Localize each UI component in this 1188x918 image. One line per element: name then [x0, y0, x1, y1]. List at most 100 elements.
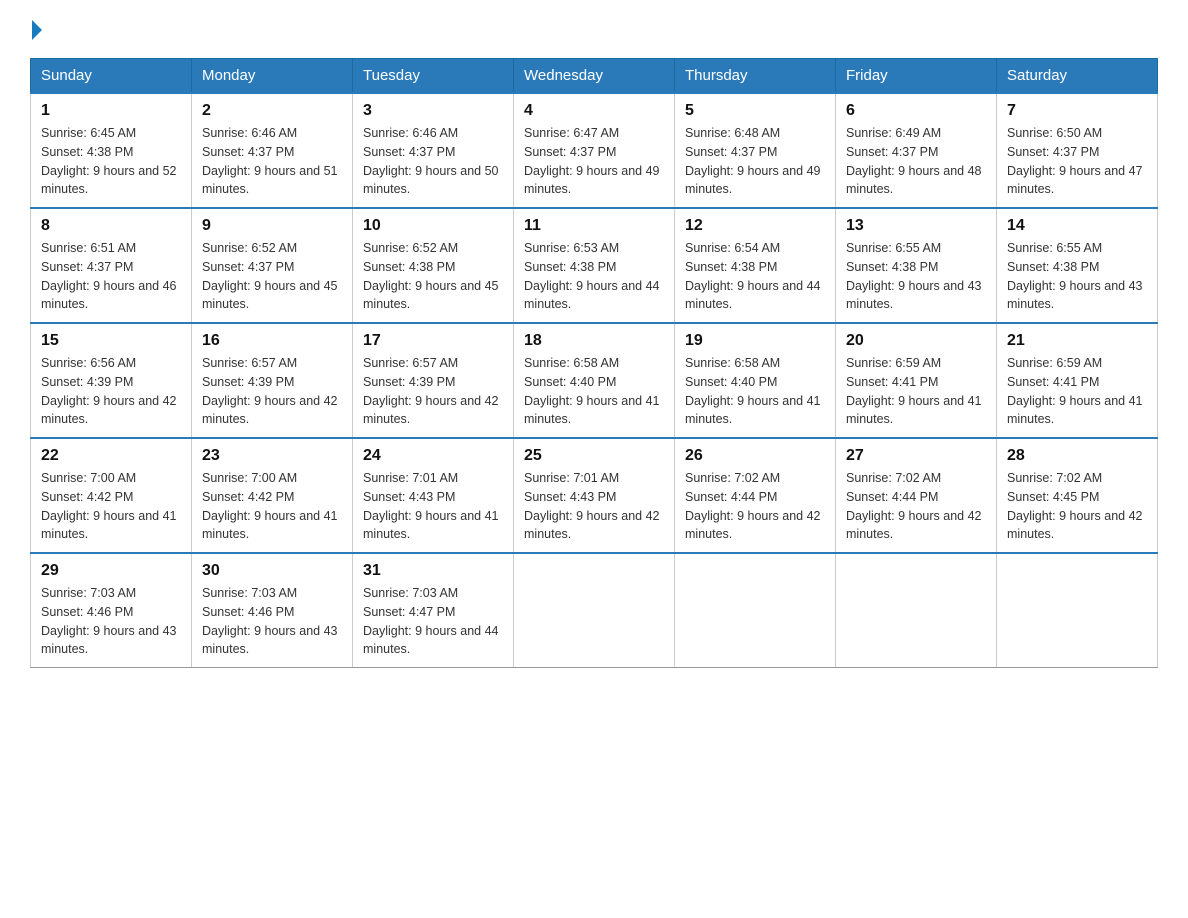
calendar-cell: 29 Sunrise: 7:03 AMSunset: 4:46 PMDayligh…	[31, 553, 192, 668]
calendar-cell: 9Sunrise: 6:52 AMSunset: 4:37 PMDaylight…	[192, 208, 353, 323]
calendar-cell: 30 Sunrise: 7:03 AMSunset: 4:46 PMDayligh…	[192, 553, 353, 668]
day-number: 27	[846, 447, 986, 465]
day-number: 25	[524, 447, 664, 465]
day-info: Sunrise: 7:03 AMSunset: 4:46 PMDaylight:…	[41, 584, 181, 659]
day-info: Sunrise: 6:58 AMSunset: 4:40 PMDaylight:…	[524, 354, 664, 429]
calendar-cell: 19 Sunrise: 6:58 AMSunset: 4:40 PMDayligh…	[675, 323, 836, 438]
page-header	[30, 20, 1158, 40]
calendar-cell: 15 Sunrise: 6:56 AMSunset: 4:39 PMDayligh…	[31, 323, 192, 438]
day-number: 22	[41, 447, 181, 465]
calendar-week-row: 15 Sunrise: 6:56 AMSunset: 4:39 PMDayligh…	[31, 323, 1158, 438]
calendar-cell: 10 Sunrise: 6:52 AMSunset: 4:38 PMDayligh…	[353, 208, 514, 323]
weekday-header-tuesday: Tuesday	[353, 59, 514, 94]
day-number: 7	[1007, 102, 1147, 120]
day-info: Sunrise: 6:48 AMSunset: 4:37 PMDaylight:…	[685, 124, 825, 199]
day-info: Sunrise: 7:00 AMSunset: 4:42 PMDaylight:…	[41, 469, 181, 544]
day-number: 23	[202, 447, 342, 465]
day-info: Sunrise: 7:02 AMSunset: 4:44 PMDaylight:…	[846, 469, 986, 544]
weekday-header-sunday: Sunday	[31, 59, 192, 94]
calendar-cell: 24 Sunrise: 7:01 AMSunset: 4:43 PMDayligh…	[353, 438, 514, 553]
day-info: Sunrise: 7:01 AMSunset: 4:43 PMDaylight:…	[524, 469, 664, 544]
calendar-week-row: 22 Sunrise: 7:00 AMSunset: 4:42 PMDayligh…	[31, 438, 1158, 553]
logo-arrow-icon	[32, 20, 42, 40]
day-number: 8	[41, 217, 181, 235]
day-info: Sunrise: 7:01 AMSunset: 4:43 PMDaylight:…	[363, 469, 503, 544]
day-info: Sunrise: 6:51 AMSunset: 4:37 PMDaylight:…	[41, 239, 181, 314]
calendar-cell	[836, 553, 997, 668]
calendar-cell: 18 Sunrise: 6:58 AMSunset: 4:40 PMDayligh…	[514, 323, 675, 438]
calendar-cell: 2 Sunrise: 6:46 AMSunset: 4:37 PMDaylight…	[192, 93, 353, 208]
calendar-cell: 25 Sunrise: 7:01 AMSunset: 4:43 PMDayligh…	[514, 438, 675, 553]
calendar-cell: 8 Sunrise: 6:51 AMSunset: 4:37 PMDaylight…	[31, 208, 192, 323]
day-number: 15	[41, 332, 181, 350]
day-number: 28	[1007, 447, 1147, 465]
day-number: 29	[41, 562, 181, 580]
day-info: Sunrise: 7:02 AMSunset: 4:45 PMDaylight:…	[1007, 469, 1147, 544]
calendar-header-row: SundayMondayTuesdayWednesdayThursdayFrid…	[31, 59, 1158, 94]
day-number: 3	[363, 102, 503, 120]
calendar-cell: 17 Sunrise: 6:57 AMSunset: 4:39 PMDayligh…	[353, 323, 514, 438]
day-info: Sunrise: 6:52 AMSunset: 4:38 PMDaylight:…	[363, 239, 503, 314]
day-number: 26	[685, 447, 825, 465]
day-number: 17	[363, 332, 503, 350]
weekday-header-monday: Monday	[192, 59, 353, 94]
calendar-week-row: 8 Sunrise: 6:51 AMSunset: 4:37 PMDaylight…	[31, 208, 1158, 323]
day-number: 24	[363, 447, 503, 465]
day-info: Sunrise: 6:46 AMSunset: 4:37 PMDaylight:…	[202, 124, 342, 199]
calendar-cell: 21Sunrise: 6:59 AMSunset: 4:41 PMDayligh…	[997, 323, 1158, 438]
calendar-cell: 6 Sunrise: 6:49 AMSunset: 4:37 PMDaylight…	[836, 93, 997, 208]
day-number: 14	[1007, 217, 1147, 235]
day-number: 20	[846, 332, 986, 350]
calendar-table: SundayMondayTuesdayWednesdayThursdayFrid…	[30, 58, 1158, 668]
calendar-cell: 13 Sunrise: 6:55 AMSunset: 4:38 PMDayligh…	[836, 208, 997, 323]
calendar-cell: 12Sunrise: 6:54 AMSunset: 4:38 PMDayligh…	[675, 208, 836, 323]
day-number: 5	[685, 102, 825, 120]
day-number: 6	[846, 102, 986, 120]
weekday-header-friday: Friday	[836, 59, 997, 94]
calendar-cell: 5 Sunrise: 6:48 AMSunset: 4:37 PMDaylight…	[675, 93, 836, 208]
calendar-cell	[997, 553, 1158, 668]
day-info: Sunrise: 7:03 AMSunset: 4:46 PMDaylight:…	[202, 584, 342, 659]
day-number: 2	[202, 102, 342, 120]
day-number: 12	[685, 217, 825, 235]
day-info: Sunrise: 6:59 AMSunset: 4:41 PMDaylight:…	[846, 354, 986, 429]
day-info: Sunrise: 6:53 AMSunset: 4:38 PMDaylight:…	[524, 239, 664, 314]
day-number: 31	[363, 562, 503, 580]
day-info: Sunrise: 7:00 AMSunset: 4:42 PMDaylight:…	[202, 469, 342, 544]
day-number: 1	[41, 102, 181, 120]
day-number: 18	[524, 332, 664, 350]
day-number: 19	[685, 332, 825, 350]
calendar-week-row: 29 Sunrise: 7:03 AMSunset: 4:46 PMDayligh…	[31, 553, 1158, 668]
calendar-cell: 31 Sunrise: 7:03 AMSunset: 4:47 PMDayligh…	[353, 553, 514, 668]
day-info: Sunrise: 6:58 AMSunset: 4:40 PMDaylight:…	[685, 354, 825, 429]
day-info: Sunrise: 6:52 AMSunset: 4:37 PMDaylight:…	[202, 239, 342, 314]
day-info: Sunrise: 6:49 AMSunset: 4:37 PMDaylight:…	[846, 124, 986, 199]
day-number: 16	[202, 332, 342, 350]
day-info: Sunrise: 6:47 AMSunset: 4:37 PMDaylight:…	[524, 124, 664, 199]
day-info: Sunrise: 6:57 AMSunset: 4:39 PMDaylight:…	[202, 354, 342, 429]
calendar-cell: 11 Sunrise: 6:53 AMSunset: 4:38 PMDayligh…	[514, 208, 675, 323]
calendar-cell: 27 Sunrise: 7:02 AMSunset: 4:44 PMDayligh…	[836, 438, 997, 553]
calendar-cell: 28 Sunrise: 7:02 AMSunset: 4:45 PMDayligh…	[997, 438, 1158, 553]
calendar-cell: 3Sunrise: 6:46 AMSunset: 4:37 PMDaylight…	[353, 93, 514, 208]
calendar-cell	[514, 553, 675, 668]
weekday-header-thursday: Thursday	[675, 59, 836, 94]
day-info: Sunrise: 6:55 AMSunset: 4:38 PMDaylight:…	[846, 239, 986, 314]
day-number: 11	[524, 217, 664, 235]
calendar-cell: 1Sunrise: 6:45 AMSunset: 4:38 PMDaylight…	[31, 93, 192, 208]
weekday-header-saturday: Saturday	[997, 59, 1158, 94]
day-info: Sunrise: 6:56 AMSunset: 4:39 PMDaylight:…	[41, 354, 181, 429]
day-number: 10	[363, 217, 503, 235]
day-info: Sunrise: 6:57 AMSunset: 4:39 PMDaylight:…	[363, 354, 503, 429]
day-number: 13	[846, 217, 986, 235]
calendar-cell: 26Sunrise: 7:02 AMSunset: 4:44 PMDayligh…	[675, 438, 836, 553]
calendar-cell: 20 Sunrise: 6:59 AMSunset: 4:41 PMDayligh…	[836, 323, 997, 438]
calendar-cell: 23 Sunrise: 7:00 AMSunset: 4:42 PMDayligh…	[192, 438, 353, 553]
logo	[30, 20, 44, 40]
day-number: 4	[524, 102, 664, 120]
day-info: Sunrise: 7:03 AMSunset: 4:47 PMDaylight:…	[363, 584, 503, 659]
calendar-week-row: 1Sunrise: 6:45 AMSunset: 4:38 PMDaylight…	[31, 93, 1158, 208]
day-number: 30	[202, 562, 342, 580]
calendar-cell	[675, 553, 836, 668]
calendar-cell: 16 Sunrise: 6:57 AMSunset: 4:39 PMDayligh…	[192, 323, 353, 438]
